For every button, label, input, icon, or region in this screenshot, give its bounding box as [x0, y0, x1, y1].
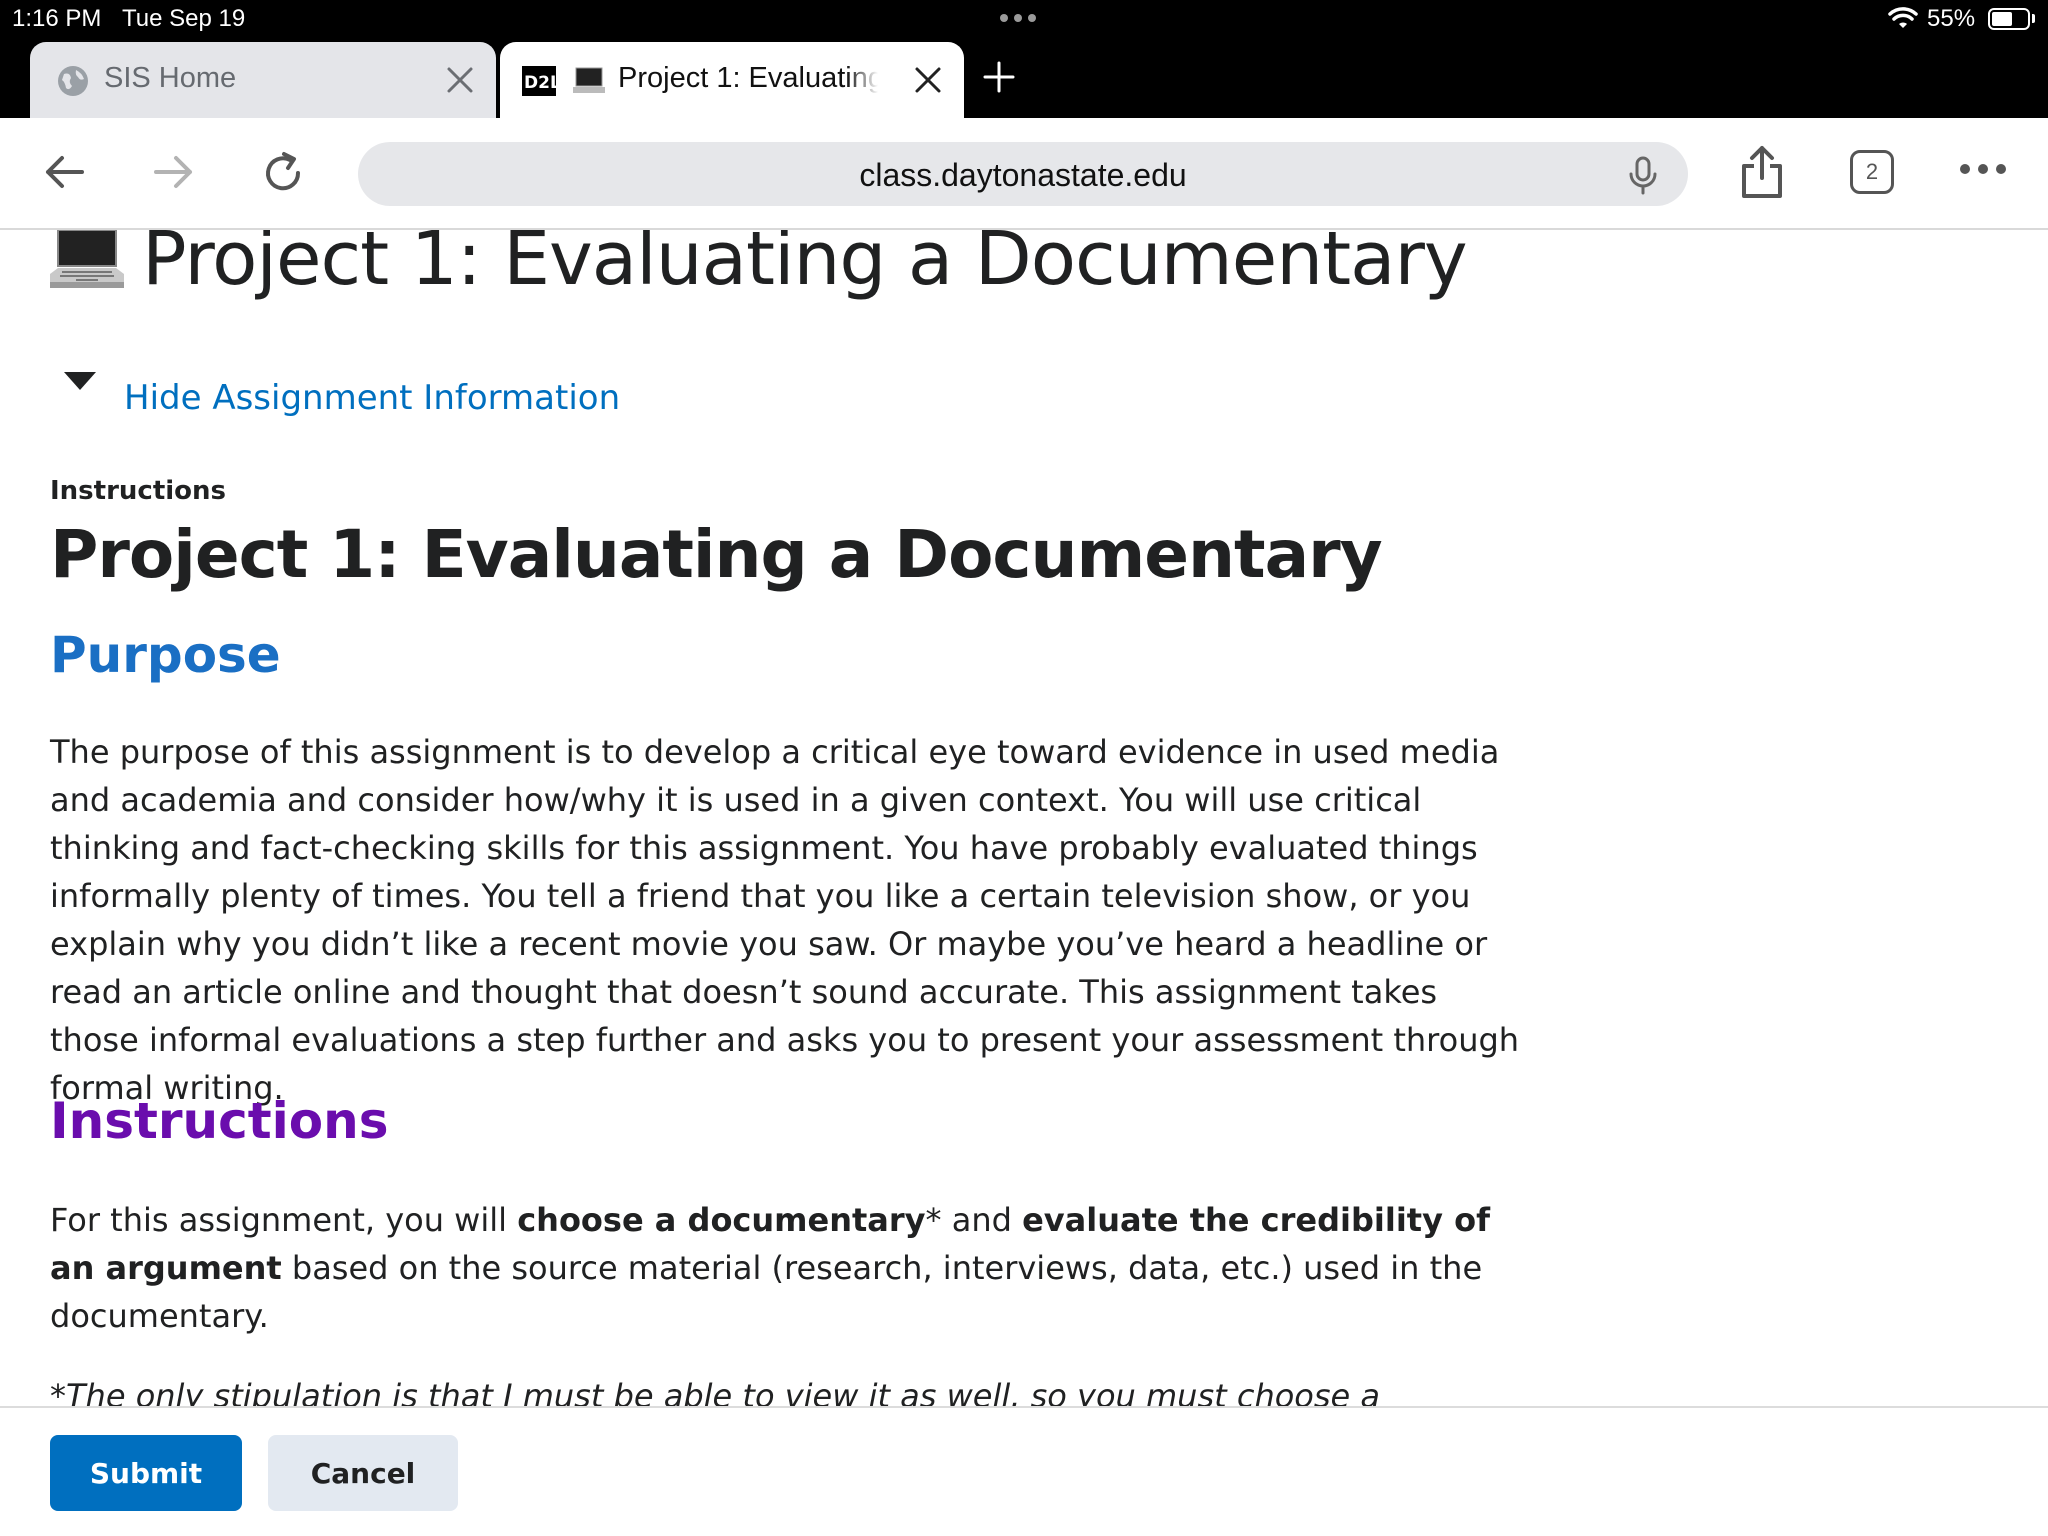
tab-sis-home[interactable]: SIS Home [30, 42, 496, 118]
tab-title: Project 1: Evaluating a Documentary [618, 62, 878, 94]
share-icon[interactable] [1738, 144, 1786, 200]
browser-toolbar: class.daytonastate.edu 2 [0, 118, 2048, 230]
tab-strip: SIS Home D2L Project 1: Evaluating a Doc… [0, 40, 2048, 118]
back-arrow-icon[interactable] [40, 148, 88, 196]
bold-choose-documentary: choose a documentary [517, 1201, 926, 1239]
purpose-heading: Purpose [50, 626, 281, 684]
more-options-icon[interactable] [1958, 162, 2008, 176]
laptop-icon [573, 67, 605, 93]
hide-assignment-info-link[interactable]: Hide Assignment Information [124, 378, 620, 418]
battery-icon [1988, 8, 2030, 30]
assignment-heading: Project 1: Evaluating a Documentary [50, 516, 1383, 593]
tab-title: SIS Home [104, 62, 237, 94]
new-tab-plus-icon[interactable] [982, 60, 1016, 94]
instructions-heading: Instructions [50, 1092, 389, 1150]
status-date: Tue Sep 19 [122, 5, 246, 32]
status-bar: 1:16 PM Tue Sep 19 55% [0, 0, 2048, 40]
tab-project-1[interactable]: D2L Project 1: Evaluating a Documentary [500, 42, 964, 118]
submit-button[interactable]: Submit [50, 1435, 242, 1511]
instructions-label: Instructions [50, 476, 227, 506]
status-time: 1:16 PM [12, 5, 102, 32]
wifi-icon [1888, 7, 1918, 28]
laptop-icon [50, 230, 124, 288]
instructions-text: For this assignment, you will [50, 1201, 518, 1239]
address-bar[interactable]: class.daytonastate.edu [358, 142, 1688, 206]
d2l-favicon-icon: D2L [522, 66, 556, 96]
collapse-triangle-icon[interactable] [62, 370, 98, 394]
action-bar: Submit Cancel [0, 1406, 2048, 1536]
multitasking-dots-icon[interactable] [1000, 6, 1036, 22]
battery-percent: 55% [1927, 5, 1976, 32]
instructions-text: * and [925, 1201, 1023, 1239]
cancel-button[interactable]: Cancel [268, 1435, 458, 1511]
svg-text:D2L: D2L [524, 73, 556, 93]
url-text[interactable]: class.daytonastate.edu [358, 157, 1688, 194]
close-tab-icon[interactable] [444, 64, 476, 96]
microphone-icon[interactable] [1628, 156, 1658, 196]
tab-count-icon[interactable]: 2 [1850, 150, 1894, 194]
page-title: Project 1: Evaluating a Documentary [142, 230, 1468, 302]
instructions-paragraph: For this assignment, you will choose a d… [50, 1196, 1520, 1340]
globe-icon [58, 66, 88, 96]
purpose-paragraph: The purpose of this assignment is to dev… [50, 733, 1520, 1107]
page-content: Project 1: Evaluating a Documentary Hide… [0, 230, 2048, 1406]
reload-icon[interactable] [258, 148, 308, 198]
forward-arrow-icon[interactable] [150, 148, 198, 196]
close-tab-icon[interactable] [912, 64, 944, 96]
footnote-paragraph: *The only stipulation is that I must be … [50, 1377, 1381, 1406]
